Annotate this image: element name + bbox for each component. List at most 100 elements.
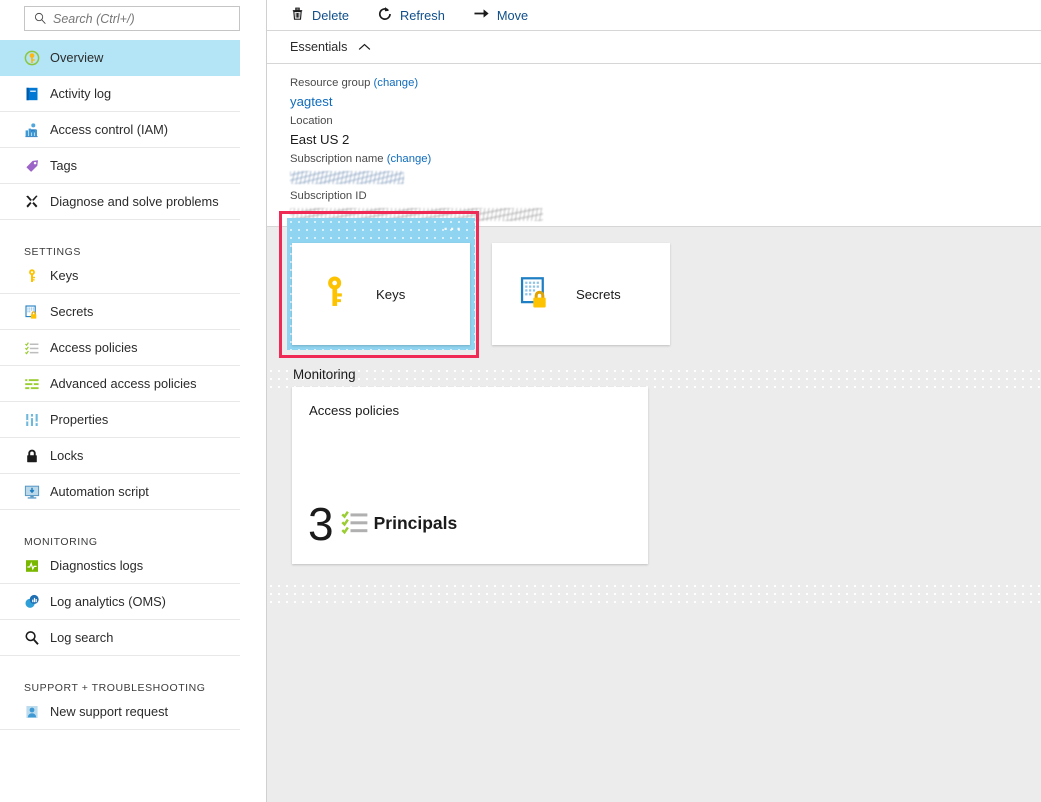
principals-count: 3 [308,502,333,546]
nav-group-settings: SETTINGS Keys [0,236,266,510]
azure-portal-blade: Overview Activity log [0,0,1041,802]
sidebar-item-diagnostics-logs[interactable]: Diagnostics logs [0,548,240,584]
sidebar-item-label: Properties [50,412,108,427]
sidebar-item-label: Access policies [50,340,137,355]
sidebar-item-log-analytics-oms[interactable]: Log analytics (OMS) [0,584,240,620]
tile-keys[interactable]: Keys [292,243,470,345]
sidebar-item-automation-script[interactable]: Automation script [0,474,240,510]
sidebar-item-label: Automation script [50,484,149,499]
tile-row: ··· Keys [292,243,670,345]
change-subscription-link[interactable]: (change) [387,153,432,165]
tile-secrets-label: Secrets [576,287,621,302]
sidebar-search-wrapper [0,0,266,31]
sidebar-item-advanced-access-policies[interactable]: Advanced access policies [0,366,240,402]
refresh-button[interactable]: Refresh [377,6,459,25]
refresh-icon [377,6,393,25]
checklist-icon [340,508,370,541]
main-content: Delete Refresh Move [267,0,1041,802]
nav-spacer [0,220,266,236]
log-analytics-icon [24,594,50,610]
resource-menu-sidebar: Overview Activity log [0,0,267,802]
tile-access-policies[interactable]: Access policies 3 [292,387,648,564]
essentials-label: Essentials [290,40,347,54]
field-label-text: Resource group [290,77,370,89]
secrets-lock-icon [518,274,554,315]
move-button-label: Move [497,8,528,23]
sidebar-item-secrets[interactable]: Secrets [0,294,240,330]
sidebar-item-activity-log[interactable]: Activity log [0,76,240,112]
sidebar-item-label: Tags [50,158,77,173]
canvas-dot-pattern [267,582,1041,606]
essentials-field-location: Location East US 2 [290,113,1041,150]
secrets-lock-icon [24,304,50,320]
nav-spacer [0,31,266,40]
sidebar-item-label: Diagnose and solve problems [50,194,219,209]
essentials-field-subscription-name: Subscription name (change) [290,151,1041,184]
field-label: Location [290,113,1041,130]
sidebar-item-access-policies[interactable]: Access policies [0,330,240,366]
sidebar-item-label: Log search [50,630,113,645]
nav-group-support: SUPPORT + TROUBLESHOOTING New support re… [0,672,266,730]
nav-section-title-monitoring: MONITORING [0,526,266,548]
sidebar-item-new-support-request[interactable]: New support request [0,694,240,730]
sidebar-item-label: Keys [50,268,78,283]
automation-monitor-icon [24,484,50,500]
principals-label: Principals [374,513,458,536]
sliders-icon [24,412,50,428]
command-toolbar: Delete Refresh Move [267,0,1041,30]
nav-section-title-support: SUPPORT + TROUBLESHOOTING [0,672,266,694]
wrench-screwdriver-icon [24,194,50,210]
sidebar-item-label: New support request [50,704,168,719]
search-box[interactable] [24,6,240,31]
essentials-header[interactable]: Essentials [267,31,1041,64]
tag-icon [24,158,50,174]
access-control-people-icon [24,122,50,138]
sidebar-item-keys[interactable]: Keys [0,258,240,294]
access-policies-tile-title: Access policies [309,403,648,418]
change-resource-group-link[interactable]: (change) [374,77,419,89]
sidebar-item-log-search[interactable]: Log search [0,620,240,656]
nav-section-title-settings: SETTINGS [0,236,266,258]
sidebar-item-locks[interactable]: Locks [0,438,240,474]
access-policies-metric: 3 [308,502,457,546]
advanced-list-icon [24,376,50,392]
chevron-up-icon[interactable] [358,43,371,52]
nav-list-main: Overview Activity log [0,40,266,220]
refresh-button-label: Refresh [400,8,445,23]
delete-button-label: Delete [312,8,349,23]
tile-context-menu-icon[interactable]: ··· [444,224,464,236]
essentials-field-resource-group: Resource group (change) yagtest [290,75,1041,112]
tile-secrets[interactable]: Secrets [492,243,670,345]
sidebar-item-label: Locks [50,448,83,463]
search-icon [31,12,49,25]
nav-group-monitoring: MONITORING Diagnostics logs [0,526,266,656]
nav-list-monitoring: Diagnostics logs [0,548,266,656]
field-label-text: Subscription name [290,153,384,165]
keys-tile-wrapper: ··· Keys [292,243,470,345]
key-icon [318,274,354,315]
field-label: Resource group (change) [290,75,1041,92]
tile-keys-label: Keys [376,287,405,302]
nav-spacer [0,510,266,526]
sidebar-item-properties[interactable]: Properties [0,402,240,438]
sidebar-item-access-control-iam[interactable]: Access control (IAM) [0,112,240,148]
sidebar-item-overview[interactable]: Overview [0,40,240,76]
padlock-icon [24,448,50,464]
section-header-monitoring: Monitoring [293,367,356,382]
move-button[interactable]: Move [473,6,542,24]
sidebar-item-label: Diagnostics logs [50,558,143,573]
activity-log-icon [24,86,50,102]
diagnostics-logs-icon [24,558,50,574]
trash-icon [290,6,305,24]
nav-group-main: Overview Activity log [0,40,266,220]
sidebar-item-label: Overview [50,50,103,65]
sidebar-item-diagnose-and-solve-problems[interactable]: Diagnose and solve problems [0,184,240,220]
essentials-body: Resource group (change) yagtest Location… [267,64,1041,226]
search-input[interactable] [49,12,233,26]
delete-button[interactable]: Delete [290,6,363,24]
sidebar-item-tags[interactable]: Tags [0,148,240,184]
sidebar-item-label: Log analytics (OMS) [50,594,166,609]
checklist-icon [24,340,50,356]
field-label-text: Subscription ID [290,190,367,202]
resource-group-value[interactable]: yagtest [290,92,1041,112]
